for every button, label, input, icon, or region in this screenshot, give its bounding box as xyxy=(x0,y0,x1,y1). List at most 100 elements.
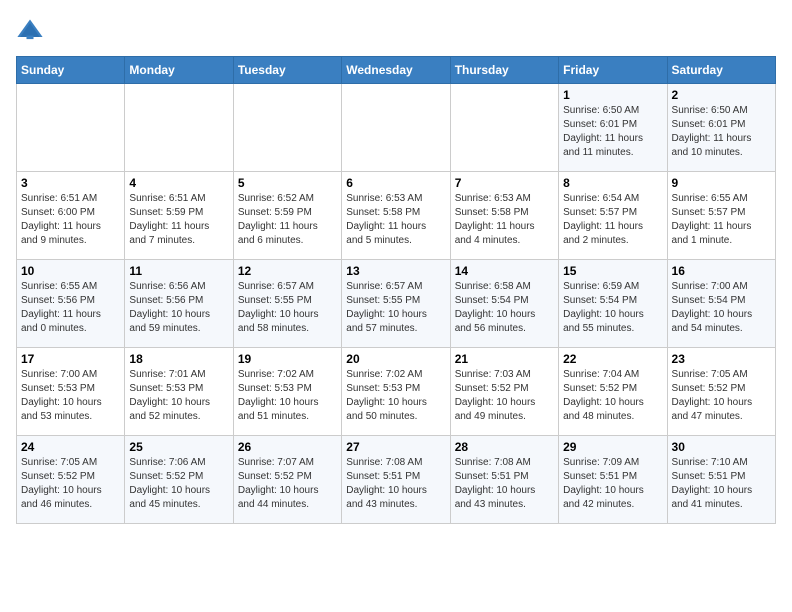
day-number: 4 xyxy=(129,176,228,190)
calendar-day-cell: 12 Sunrise: 6:57 AM Sunset: 5:55 PM Dayli… xyxy=(233,260,341,348)
calendar-day-cell: 11 Sunrise: 6:56 AM Sunset: 5:56 PM Dayli… xyxy=(125,260,233,348)
calendar-day-cell: 4 Sunrise: 6:51 AM Sunset: 5:59 PM Daylig… xyxy=(125,172,233,260)
day-of-week-header: Wednesday xyxy=(342,57,450,84)
day-number: 19 xyxy=(238,352,337,366)
day-number: 26 xyxy=(238,440,337,454)
day-number: 23 xyxy=(672,352,771,366)
calendar-header: SundayMondayTuesdayWednesdayThursdayFrid… xyxy=(17,57,776,84)
calendar-day-cell xyxy=(233,84,341,172)
day-info: Sunrise: 7:00 AM Sunset: 5:54 PM Dayligh… xyxy=(672,280,771,336)
day-of-week-header: Saturday xyxy=(667,57,775,84)
calendar-day-cell: 24Sunrise: 7:05 AM Sunset: 5:52 PM Dayli… xyxy=(17,436,125,524)
day-info: Sunrise: 6:51 AM Sunset: 5:59 PM Dayligh… xyxy=(129,192,228,248)
calendar-week-row: 24Sunrise: 7:05 AM Sunset: 5:52 PM Dayli… xyxy=(17,436,776,524)
day-info: Sunrise: 6:58 AM Sunset: 5:54 PM Dayligh… xyxy=(455,280,554,336)
day-info: Sunrise: 7:09 AM Sunset: 5:51 PM Dayligh… xyxy=(563,456,662,512)
day-number: 6 xyxy=(346,176,445,190)
calendar-week-row: 1 Sunrise: 6:50 AM Sunset: 6:01 PM Daylig… xyxy=(17,84,776,172)
day-number: 2 xyxy=(672,88,771,102)
calendar-day-cell: 6 Sunrise: 6:53 AM Sunset: 5:58 PM Daylig… xyxy=(342,172,450,260)
day-info: Sunrise: 7:02 AM Sunset: 5:53 PM Dayligh… xyxy=(238,368,337,424)
calendar-day-cell: 5 Sunrise: 6:52 AM Sunset: 5:59 PM Daylig… xyxy=(233,172,341,260)
day-of-week-header: Sunday xyxy=(17,57,125,84)
calendar-day-cell: 3Sunrise: 6:51 AM Sunset: 6:00 PM Daylig… xyxy=(17,172,125,260)
day-info: Sunrise: 7:10 AM Sunset: 5:51 PM Dayligh… xyxy=(672,456,771,512)
day-info: Sunrise: 6:59 AM Sunset: 5:54 PM Dayligh… xyxy=(563,280,662,336)
calendar-day-cell xyxy=(17,84,125,172)
calendar-day-cell: 19 Sunrise: 7:02 AM Sunset: 5:53 PM Dayli… xyxy=(233,348,341,436)
day-number: 18 xyxy=(129,352,228,366)
day-number: 29 xyxy=(563,440,662,454)
day-info: Sunrise: 6:50 AM Sunset: 6:01 PM Dayligh… xyxy=(672,104,771,160)
day-of-week-header: Friday xyxy=(559,57,667,84)
calendar-day-cell: 7Sunrise: 6:53 AM Sunset: 5:58 PM Daylig… xyxy=(450,172,558,260)
calendar-day-cell: 14 Sunrise: 6:58 AM Sunset: 5:54 PM Dayli… xyxy=(450,260,558,348)
calendar-table: SundayMondayTuesdayWednesdayThursdayFrid… xyxy=(16,56,776,524)
logo-icon xyxy=(16,16,44,44)
day-info: Sunrise: 6:55 AM Sunset: 5:57 PM Dayligh… xyxy=(672,192,771,248)
calendar-day-cell: 26 Sunrise: 7:07 AM Sunset: 5:52 PM Dayli… xyxy=(233,436,341,524)
day-number: 27 xyxy=(346,440,445,454)
day-info: Sunrise: 6:56 AM Sunset: 5:56 PM Dayligh… xyxy=(129,280,228,336)
calendar-day-cell: 30 Sunrise: 7:10 AM Sunset: 5:51 PM Dayli… xyxy=(667,436,775,524)
day-info: Sunrise: 7:01 AM Sunset: 5:53 PM Dayligh… xyxy=(129,368,228,424)
calendar-day-cell: 22 Sunrise: 7:04 AM Sunset: 5:52 PM Dayli… xyxy=(559,348,667,436)
calendar-day-cell: 29 Sunrise: 7:09 AM Sunset: 5:51 PM Dayli… xyxy=(559,436,667,524)
logo xyxy=(16,16,48,44)
calendar-day-cell: 18 Sunrise: 7:01 AM Sunset: 5:53 PM Dayli… xyxy=(125,348,233,436)
day-number: 20 xyxy=(346,352,445,366)
calendar-day-cell: 21Sunrise: 7:03 AM Sunset: 5:52 PM Dayli… xyxy=(450,348,558,436)
day-number: 25 xyxy=(129,440,228,454)
day-info: Sunrise: 7:08 AM Sunset: 5:51 PM Dayligh… xyxy=(455,456,554,512)
calendar-week-row: 17Sunrise: 7:00 AM Sunset: 5:53 PM Dayli… xyxy=(17,348,776,436)
day-number: 30 xyxy=(672,440,771,454)
day-number: 14 xyxy=(455,264,554,278)
day-number: 24 xyxy=(21,440,120,454)
calendar-week-row: 3Sunrise: 6:51 AM Sunset: 6:00 PM Daylig… xyxy=(17,172,776,260)
calendar-day-cell: 27 Sunrise: 7:08 AM Sunset: 5:51 PM Dayli… xyxy=(342,436,450,524)
calendar-day-cell: 15 Sunrise: 6:59 AM Sunset: 5:54 PM Dayli… xyxy=(559,260,667,348)
day-info: Sunrise: 7:05 AM Sunset: 5:52 PM Dayligh… xyxy=(672,368,771,424)
day-info: Sunrise: 6:57 AM Sunset: 5:55 PM Dayligh… xyxy=(346,280,445,336)
day-number: 8 xyxy=(563,176,662,190)
day-info: Sunrise: 7:07 AM Sunset: 5:52 PM Dayligh… xyxy=(238,456,337,512)
calendar-day-cell xyxy=(450,84,558,172)
calendar-day-cell: 17Sunrise: 7:00 AM Sunset: 5:53 PM Dayli… xyxy=(17,348,125,436)
day-info: Sunrise: 6:53 AM Sunset: 5:58 PM Dayligh… xyxy=(346,192,445,248)
day-info: Sunrise: 6:54 AM Sunset: 5:57 PM Dayligh… xyxy=(563,192,662,248)
calendar-week-row: 10Sunrise: 6:55 AM Sunset: 5:56 PM Dayli… xyxy=(17,260,776,348)
day-info: Sunrise: 7:04 AM Sunset: 5:52 PM Dayligh… xyxy=(563,368,662,424)
day-of-week-header: Tuesday xyxy=(233,57,341,84)
day-info: Sunrise: 7:02 AM Sunset: 5:53 PM Dayligh… xyxy=(346,368,445,424)
page-header xyxy=(16,16,776,44)
calendar-body: 1 Sunrise: 6:50 AM Sunset: 6:01 PM Daylig… xyxy=(17,84,776,524)
day-of-week-header: Thursday xyxy=(450,57,558,84)
calendar-day-cell: 25 Sunrise: 7:06 AM Sunset: 5:52 PM Dayli… xyxy=(125,436,233,524)
day-info: Sunrise: 6:52 AM Sunset: 5:59 PM Dayligh… xyxy=(238,192,337,248)
calendar-day-cell: 2 Sunrise: 6:50 AM Sunset: 6:01 PM Daylig… xyxy=(667,84,775,172)
day-info: Sunrise: 6:55 AM Sunset: 5:56 PM Dayligh… xyxy=(21,280,120,336)
day-info: Sunrise: 7:06 AM Sunset: 5:52 PM Dayligh… xyxy=(129,456,228,512)
calendar-day-cell: 9 Sunrise: 6:55 AM Sunset: 5:57 PM Daylig… xyxy=(667,172,775,260)
days-of-week-row: SundayMondayTuesdayWednesdayThursdayFrid… xyxy=(17,57,776,84)
calendar-day-cell xyxy=(342,84,450,172)
day-number: 21 xyxy=(455,352,554,366)
day-number: 13 xyxy=(346,264,445,278)
day-number: 16 xyxy=(672,264,771,278)
day-number: 12 xyxy=(238,264,337,278)
calendar-day-cell: 10Sunrise: 6:55 AM Sunset: 5:56 PM Dayli… xyxy=(17,260,125,348)
day-number: 9 xyxy=(672,176,771,190)
day-of-week-header: Monday xyxy=(125,57,233,84)
day-number: 22 xyxy=(563,352,662,366)
day-number: 11 xyxy=(129,264,228,278)
day-info: Sunrise: 6:57 AM Sunset: 5:55 PM Dayligh… xyxy=(238,280,337,336)
day-number: 5 xyxy=(238,176,337,190)
day-info: Sunrise: 7:08 AM Sunset: 5:51 PM Dayligh… xyxy=(346,456,445,512)
day-info: Sunrise: 6:53 AM Sunset: 5:58 PM Dayligh… xyxy=(455,192,554,248)
calendar-day-cell: 13 Sunrise: 6:57 AM Sunset: 5:55 PM Dayli… xyxy=(342,260,450,348)
day-number: 1 xyxy=(563,88,662,102)
calendar-day-cell: 28Sunrise: 7:08 AM Sunset: 5:51 PM Dayli… xyxy=(450,436,558,524)
day-number: 3 xyxy=(21,176,120,190)
day-number: 15 xyxy=(563,264,662,278)
calendar-day-cell: 23 Sunrise: 7:05 AM Sunset: 5:52 PM Dayli… xyxy=(667,348,775,436)
